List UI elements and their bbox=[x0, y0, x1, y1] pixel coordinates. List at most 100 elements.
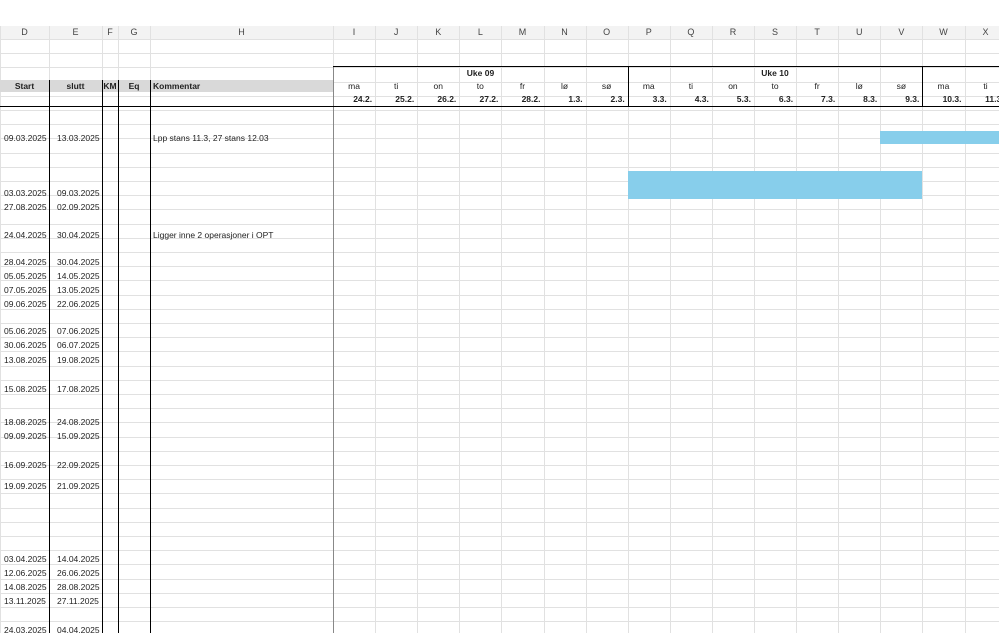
column-letter-q[interactable]: Q bbox=[670, 26, 712, 39]
cell-start[interactable]: 15.08.2025 bbox=[4, 384, 49, 395]
column-letter-l[interactable]: L bbox=[459, 26, 501, 39]
day-name: lø bbox=[855, 81, 863, 91]
header-km: KM bbox=[103, 81, 117, 91]
grid-col-line bbox=[417, 26, 418, 633]
cell-slutt[interactable]: 22.09.2025 bbox=[57, 460, 102, 471]
day-name: fr bbox=[519, 81, 526, 91]
column-letter-u[interactable]: U bbox=[838, 26, 880, 39]
day-name: ma bbox=[642, 81, 655, 91]
column-letter-x[interactable]: X bbox=[965, 26, 999, 39]
border-d-e bbox=[49, 80, 50, 633]
grid-col-line bbox=[754, 26, 755, 633]
column-letter-f[interactable]: F bbox=[102, 26, 118, 39]
grid-col-line bbox=[375, 26, 376, 633]
cell-kommentar[interactable]: Ligger inne 2 operasjoner i OPT bbox=[153, 230, 331, 241]
column-letter-m[interactable]: M bbox=[501, 26, 543, 39]
cell-start[interactable]: 16.09.2025 bbox=[4, 460, 49, 471]
spreadsheet-grid[interactable]: D E F G H I J K L M N O P Q R S T U V W X Start slutt KM Eq Komme… bbox=[0, 0, 999, 633]
cell-slutt[interactable]: 02.09.2025 bbox=[57, 202, 102, 213]
cell-slutt[interactable]: 14.05.2025 bbox=[57, 271, 102, 282]
cell-start[interactable]: 09.09.2025 bbox=[4, 431, 49, 442]
cell-slutt[interactable]: 07.06.2025 bbox=[57, 326, 102, 337]
day-name: ma bbox=[348, 81, 360, 91]
column-letter-o[interactable]: O bbox=[586, 26, 628, 39]
column-letter-j[interactable]: J bbox=[375, 26, 417, 39]
day-date: 28.2. bbox=[521, 94, 541, 104]
gantt-bar[interactable] bbox=[627, 171, 923, 199]
grid-col-line bbox=[459, 26, 460, 633]
day-name: ti bbox=[688, 81, 693, 91]
day-date: 25.2. bbox=[395, 94, 415, 104]
cell-slutt[interactable]: 04.04.2025 bbox=[57, 625, 102, 633]
cell-kommentar[interactable]: Lpp stans 11.3, 27 stans 12.03 bbox=[153, 133, 331, 144]
column-letter-p[interactable]: P bbox=[628, 26, 670, 39]
day-name: sø bbox=[896, 81, 907, 91]
grid-col-line bbox=[796, 26, 797, 633]
cell-slutt[interactable]: 14.04.2025 bbox=[57, 554, 102, 565]
cell-start[interactable]: 09.06.2025 bbox=[4, 299, 49, 310]
cell-slutt[interactable]: 13.05.2025 bbox=[57, 285, 102, 296]
day-date: 10.3. bbox=[942, 94, 962, 104]
column-letter-v[interactable]: V bbox=[880, 26, 922, 39]
column-letter-w[interactable]: W bbox=[922, 26, 964, 39]
column-letter-r[interactable]: R bbox=[712, 26, 754, 39]
day-date: 9.3. bbox=[905, 94, 920, 104]
cell-slutt[interactable]: 27.11.2025 bbox=[57, 596, 102, 607]
column-letter-g[interactable]: G bbox=[118, 26, 150, 39]
day-name: ti bbox=[983, 81, 988, 91]
column-letter-d[interactable]: D bbox=[0, 26, 49, 39]
day-date: 4.3. bbox=[694, 94, 709, 104]
cell-start[interactable]: 30.06.2025 bbox=[4, 340, 49, 351]
cell-start[interactable]: 03.04.2025 bbox=[4, 554, 49, 565]
column-letter-s[interactable]: S bbox=[754, 26, 796, 39]
day-name: sø bbox=[601, 81, 612, 91]
gantt-bar[interactable] bbox=[880, 131, 999, 144]
cell-slutt[interactable]: 21.09.2025 bbox=[57, 481, 102, 492]
day-date: 8.3. bbox=[863, 94, 878, 104]
cell-start[interactable]: 09.03.2025 bbox=[4, 133, 49, 144]
cell-start[interactable]: 14.08.2025 bbox=[4, 582, 49, 593]
cell-slutt[interactable]: 09.03.2025 bbox=[57, 188, 102, 199]
grid-col-line bbox=[544, 26, 545, 633]
cell-slutt[interactable]: 06.07.2025 bbox=[57, 340, 102, 351]
cell-slutt[interactable]: 26.06.2025 bbox=[57, 568, 102, 579]
cell-slutt[interactable]: 30.04.2025 bbox=[57, 230, 102, 241]
grid-col-line bbox=[712, 26, 713, 633]
cell-start[interactable]: 19.09.2025 bbox=[4, 481, 49, 492]
cell-start[interactable]: 13.11.2025 bbox=[4, 596, 49, 607]
cell-start[interactable]: 13.08.2025 bbox=[4, 355, 49, 366]
cell-start[interactable]: 12.06.2025 bbox=[4, 568, 49, 579]
cell-slutt[interactable]: 22.06.2025 bbox=[57, 299, 102, 310]
column-letter-i[interactable]: I bbox=[333, 26, 375, 39]
week-label: Uke 10 bbox=[761, 68, 789, 78]
cell-slutt[interactable]: 17.08.2025 bbox=[57, 384, 102, 395]
grid-col-line bbox=[965, 26, 966, 633]
column-letter-e[interactable]: E bbox=[49, 26, 102, 39]
cell-start[interactable]: 27.08.2025 bbox=[4, 202, 49, 213]
day-date: 27.2. bbox=[479, 94, 499, 104]
cell-start[interactable]: 03.03.2025 bbox=[4, 188, 49, 199]
day-date: 7.3. bbox=[821, 94, 836, 104]
cell-start[interactable]: 28.04.2025 bbox=[4, 257, 49, 268]
cell-slutt[interactable]: 28.08.2025 bbox=[57, 582, 102, 593]
border-e-f bbox=[102, 80, 103, 633]
column-letter-h[interactable]: H bbox=[150, 26, 333, 39]
column-letter-n[interactable]: N bbox=[544, 26, 586, 39]
cell-start[interactable]: 05.06.2025 bbox=[4, 326, 49, 337]
cell-slutt[interactable]: 24.08.2025 bbox=[57, 417, 102, 428]
day-date: 5.3. bbox=[736, 94, 751, 104]
cell-start[interactable]: 24.03.2025 bbox=[4, 625, 49, 633]
cell-slutt[interactable]: 30.04.2025 bbox=[57, 257, 102, 268]
day-date: 2.3. bbox=[610, 94, 625, 104]
cell-start[interactable]: 05.05.2025 bbox=[4, 271, 49, 282]
cell-slutt[interactable]: 19.08.2025 bbox=[57, 355, 102, 366]
column-letter-t[interactable]: T bbox=[796, 26, 838, 39]
cell-start[interactable]: 07.05.2025 bbox=[4, 285, 49, 296]
cell-start[interactable]: 24.04.2025 bbox=[4, 230, 49, 241]
column-letter-k[interactable]: K bbox=[417, 26, 459, 39]
cell-slutt[interactable]: 15.09.2025 bbox=[57, 431, 102, 442]
cell-slutt[interactable]: 13.03.2025 bbox=[57, 133, 102, 144]
day-name: ti bbox=[394, 81, 399, 91]
cell-start[interactable]: 18.08.2025 bbox=[4, 417, 49, 428]
day-date: 3.3. bbox=[652, 94, 667, 104]
